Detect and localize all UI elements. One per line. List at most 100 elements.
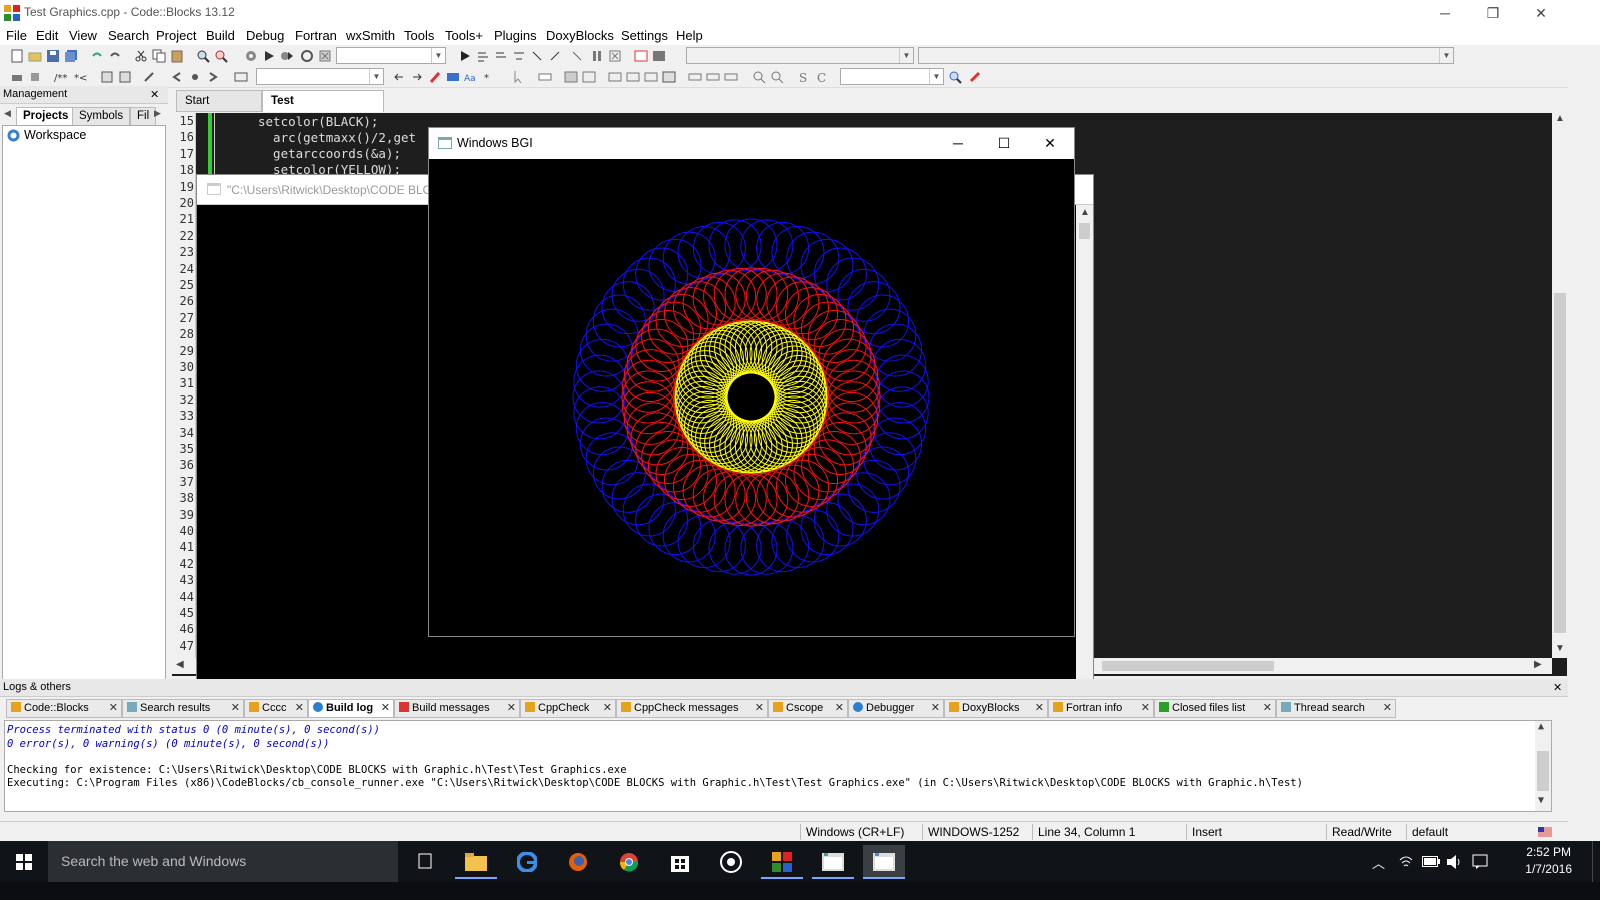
copy-icon[interactable] [152, 49, 166, 63]
uncomment-icon[interactable]: *< [74, 70, 92, 84]
open-folder-icon[interactable] [28, 49, 42, 63]
wifi-icon[interactable] [1398, 854, 1414, 870]
bookmark-icon[interactable] [188, 70, 202, 84]
store-icon[interactable] [659, 845, 701, 879]
menu-project[interactable]: Project [156, 28, 196, 43]
scroll-up-icon[interactable]: ▲ [1538, 721, 1544, 732]
tab-search-results[interactable]: Search results ✕ [122, 699, 244, 718]
save-all-icon[interactable] [64, 49, 78, 63]
task-view-icon[interactable] [404, 845, 446, 879]
wx-button-icon[interactable] [538, 70, 552, 84]
export-icon[interactable] [28, 70, 42, 84]
scroll-up-icon[interactable]: ▲ [1555, 113, 1565, 124]
jump-back-icon[interactable] [170, 70, 184, 84]
bgi-maximize-button[interactable]: ☐ [981, 128, 1027, 159]
editor-vertical-scrollbar[interactable]: ▲ ▼ [1552, 113, 1568, 658]
tab-scroll-right-icon[interactable]: ▶ [154, 108, 161, 119]
thread-search-options-icon[interactable] [968, 70, 982, 84]
menu-file[interactable]: File [6, 28, 27, 43]
tab-debugger[interactable]: Debugger ✕ [848, 699, 944, 718]
tab-closed-files-list[interactable]: Closed files list ✕ [1154, 699, 1276, 718]
regex-icon[interactable] [234, 70, 248, 84]
action-center-icon[interactable] [1472, 854, 1488, 870]
console-scrollbar[interactable]: ▲ ▼ [1076, 205, 1093, 693]
bgi-minimize-button[interactable]: ─ [935, 128, 981, 159]
tab-doxyblocks[interactable]: DoxyBlocks ✕ [944, 699, 1048, 718]
codeblocks-taskbar-icon[interactable] [761, 845, 803, 879]
stop-debugger-icon[interactable] [608, 49, 622, 63]
menu-wxsmith[interactable]: wxSmith [346, 28, 395, 43]
scroll-thumb[interactable] [1079, 223, 1090, 239]
wx-panel-icon[interactable] [564, 70, 578, 84]
wx-spacer2-icon[interactable] [706, 70, 720, 84]
break-icon[interactable] [570, 49, 584, 63]
taskbar-search-box[interactable]: Search the web and Windows [48, 841, 398, 882]
new-file-icon[interactable] [10, 49, 24, 63]
scroll-down-icon[interactable]: ▼ [1538, 795, 1544, 806]
wx-sizer-icon[interactable] [608, 70, 622, 84]
close-icon[interactable]: ✕ [755, 700, 764, 717]
bgi-taskbar-icon[interactable] [863, 845, 905, 879]
wx-spacer3-icon[interactable] [724, 70, 738, 84]
bgi-close-button[interactable]: ✕ [1027, 128, 1073, 159]
abort-icon[interactable] [318, 49, 332, 63]
next-line-icon[interactable] [494, 49, 508, 63]
redo-icon[interactable] [108, 49, 122, 63]
doxy-run-icon[interactable] [118, 70, 132, 84]
tab-cppcheck-messages[interactable]: CppCheck messages ✕ [616, 699, 768, 718]
menu-edit[interactable]: Edit [36, 28, 58, 43]
menu-debug[interactable]: Debug [246, 28, 284, 43]
comment-icon[interactable]: /** [54, 70, 72, 84]
close-icon[interactable]: ✕ [1035, 700, 1044, 717]
log-scrollbar[interactable]: ▲ ▼ [1535, 721, 1551, 811]
system-clock[interactable]: 2:52 PM 1/7/2016 [1525, 844, 1572, 878]
build-run-icon[interactable] [280, 49, 294, 63]
tab-build-log[interactable]: Build log ✕ [308, 699, 394, 718]
close-icon[interactable]: ✕ [295, 700, 304, 717]
find-icon[interactable] [196, 49, 210, 63]
minimize-button[interactable]: ─ [1422, 0, 1468, 26]
close-icon[interactable]: ✕ [109, 700, 118, 717]
scroll-right-icon[interactable]: ▶ [1534, 659, 1542, 670]
menu-view[interactable]: View [69, 28, 97, 43]
menu-tools-plus[interactable]: Tools+ [445, 28, 483, 43]
next-instruction-icon[interactable] [512, 49, 526, 63]
menu-build[interactable]: Build [206, 28, 235, 43]
doxy-config-icon[interactable] [142, 70, 156, 84]
tab-files[interactable]: Fil [130, 107, 157, 125]
bgi-graphics-window[interactable]: Windows BGI ─ ☐ ✕ [428, 127, 1075, 637]
step-out-icon[interactable] [548, 49, 562, 63]
various-info-icon[interactable] [652, 49, 666, 63]
close-icon[interactable]: ✕ [1141, 700, 1150, 717]
close-icon[interactable]: ✕ [1383, 700, 1392, 717]
menu-plugins[interactable]: Plugins [494, 28, 537, 43]
console-taskbar-icon[interactable] [812, 845, 854, 879]
close-icon[interactable]: ✕ [603, 700, 612, 717]
file-explorer-icon[interactable] [455, 845, 497, 879]
tab-cscope[interactable]: Cscope ✕ [768, 699, 848, 718]
pointer-icon[interactable] [512, 70, 526, 84]
management-close-icon[interactable]: ✕ [150, 88, 159, 101]
tab-cppcheck[interactable]: CppCheck ✕ [520, 699, 616, 718]
print-icon[interactable] [10, 70, 24, 84]
chrome-icon[interactable] [608, 845, 650, 879]
doxy-extract-icon[interactable] [100, 70, 114, 84]
close-icon[interactable]: ✕ [231, 700, 240, 717]
chevron-up-icon[interactable]: ︿ [1372, 853, 1385, 872]
zoom-in-icon[interactable] [752, 70, 766, 84]
incremental-search-input[interactable]: ▼ [256, 68, 384, 85]
close-icon[interactable]: ✕ [931, 700, 940, 717]
tab-projects[interactable]: Projects [16, 107, 76, 125]
start-button[interactable] [0, 841, 48, 882]
save-icon[interactable] [46, 49, 60, 63]
run-to-cursor-icon[interactable] [476, 49, 490, 63]
scroll-thumb[interactable] [1102, 661, 1274, 671]
c-icon[interactable]: C [814, 70, 828, 84]
scroll-thumb[interactable] [1537, 751, 1549, 791]
code-scope-select[interactable]: ▼ [686, 47, 914, 64]
tree-item-workspace[interactable]: Workspace [24, 128, 86, 142]
menu-help[interactable]: Help [676, 28, 703, 43]
prev-icon[interactable] [392, 70, 406, 84]
thread-search-icon[interactable] [948, 70, 962, 84]
close-icon[interactable]: ✕ [1263, 700, 1272, 717]
